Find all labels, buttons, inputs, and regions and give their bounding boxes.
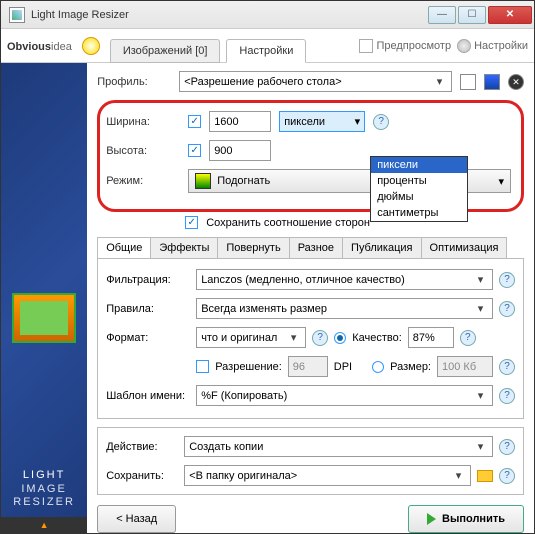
help-icon[interactable]: ? [499, 301, 515, 317]
width-label: Ширина: [106, 116, 180, 128]
unit-combo[interactable]: пиксели▾ [279, 111, 365, 132]
resolution-label: Разрешение: [215, 361, 282, 373]
keep-ratio-label: Сохранить соотношение сторон [206, 217, 370, 229]
mode-icon [195, 173, 211, 189]
sub-tabs: Общие Эффекты Повернуть Разное Публикаци… [97, 237, 524, 259]
mode-label: Режим: [106, 175, 180, 187]
width-checkbox[interactable]: ✓ [188, 115, 201, 128]
help-icon[interactable]: ? [499, 388, 515, 404]
app-icon [9, 7, 25, 23]
size-input [437, 356, 493, 377]
quality-input[interactable] [408, 327, 454, 348]
unit-option-inches[interactable]: дюймы [371, 189, 467, 205]
subtab-optimize[interactable]: Оптимизация [421, 237, 508, 258]
profile-label: Профиль: [97, 76, 171, 88]
save-label: Сохранить: [106, 470, 178, 482]
profile-combo[interactable]: <Разрешение рабочего стола>▾ [179, 71, 452, 92]
top-toolbar: Obviousidea Изображений [0] Настройки Пр… [1, 29, 534, 63]
bulb-icon [82, 37, 100, 55]
output-panel: Действие: Создать копии▾ ? Сохранить: <В… [97, 427, 524, 495]
help-icon[interactable]: ? [499, 468, 515, 484]
format-combo[interactable]: что и оригинал▾ [196, 327, 306, 348]
preview-button[interactable]: Предпросмотр [359, 39, 451, 53]
play-icon [427, 513, 436, 525]
height-input[interactable] [209, 140, 271, 161]
unit-option-pixels[interactable]: пиксели [371, 157, 467, 173]
sidebar-thumbnail [12, 293, 76, 343]
rules-combo[interactable]: Всегда изменять размер▾ [196, 298, 493, 319]
help-icon[interactable]: ? [499, 272, 515, 288]
titlebar: Light Image Resizer — ☐ ✕ [1, 1, 534, 29]
keep-ratio-checkbox[interactable]: ✓ [185, 216, 198, 229]
main-panel: Профиль: <Разрешение рабочего стола>▾ ✕ … [87, 63, 534, 533]
profile-save-icon[interactable] [484, 74, 500, 90]
save-combo[interactable]: <В папку оригинала>▾ [184, 465, 471, 486]
action-label: Действие: [106, 441, 178, 453]
subtab-misc[interactable]: Разное [289, 237, 343, 258]
filter-combo[interactable]: Lanczos (медленно, отличное качество)▾ [196, 269, 493, 290]
subtab-rotate[interactable]: Повернуть [217, 237, 289, 258]
help-icon[interactable]: ? [312, 330, 328, 346]
sidebar-expand[interactable]: ▲ [1, 517, 87, 533]
tab-images[interactable]: Изображений [0] [110, 39, 221, 63]
subtab-general[interactable]: Общие [97, 237, 151, 258]
action-combo[interactable]: Создать копии▾ [184, 436, 493, 457]
dpi-label: DPI [334, 361, 352, 373]
app-settings-button[interactable]: Настройки [457, 39, 528, 53]
height-label: Высота: [106, 145, 180, 157]
subtab-publish[interactable]: Публикация [342, 237, 421, 258]
back-button[interactable]: < Назад [97, 505, 176, 533]
unit-option-percent[interactable]: проценты [371, 173, 467, 189]
brand-logo: Obviousidea [7, 38, 72, 53]
general-panel: Фильтрация: Lanczos (медленно, отличное … [97, 259, 524, 419]
help-icon[interactable]: ? [499, 439, 515, 455]
nametpl-combo[interactable]: %F (Копировать)▾ [196, 385, 493, 406]
quality-radio[interactable] [334, 332, 346, 344]
height-checkbox[interactable]: ✓ [188, 144, 201, 157]
profile-new-icon[interactable] [460, 74, 476, 90]
browse-folder-icon[interactable] [477, 470, 493, 482]
unit-option-cm[interactable]: сантиметры [371, 205, 467, 221]
preview-icon [359, 39, 373, 53]
format-label: Формат: [106, 332, 190, 344]
sidebar: LIGHT IMAGE RESIZER ▲ [1, 63, 87, 533]
profile-delete-icon[interactable]: ✕ [508, 74, 524, 90]
nametpl-label: Шаблон имени: [106, 390, 190, 402]
size-label: Размер: [390, 361, 431, 373]
help-icon[interactable]: ? [373, 114, 389, 130]
width-input[interactable] [209, 111, 271, 132]
filter-label: Фильтрация: [106, 274, 190, 286]
run-button[interactable]: Выполнить [408, 505, 524, 533]
resolution-input [288, 356, 328, 377]
rules-label: Правила: [106, 303, 190, 315]
subtab-effects[interactable]: Эффекты [150, 237, 218, 258]
help-icon[interactable]: ? [460, 330, 476, 346]
close-button[interactable]: ✕ [488, 6, 532, 24]
maximize-button[interactable]: ☐ [458, 6, 486, 24]
gear-icon [457, 39, 471, 53]
unit-dropdown: пиксели проценты дюймы сантиметры [370, 156, 468, 222]
window-title: Light Image Resizer [31, 9, 428, 21]
help-icon[interactable]: ? [499, 359, 515, 375]
minimize-button[interactable]: — [428, 6, 456, 24]
size-radio[interactable] [372, 361, 384, 373]
tab-settings[interactable]: Настройки [226, 39, 306, 63]
quality-label: Качество: [352, 332, 402, 344]
resolution-checkbox[interactable]: ✓ [196, 360, 209, 373]
